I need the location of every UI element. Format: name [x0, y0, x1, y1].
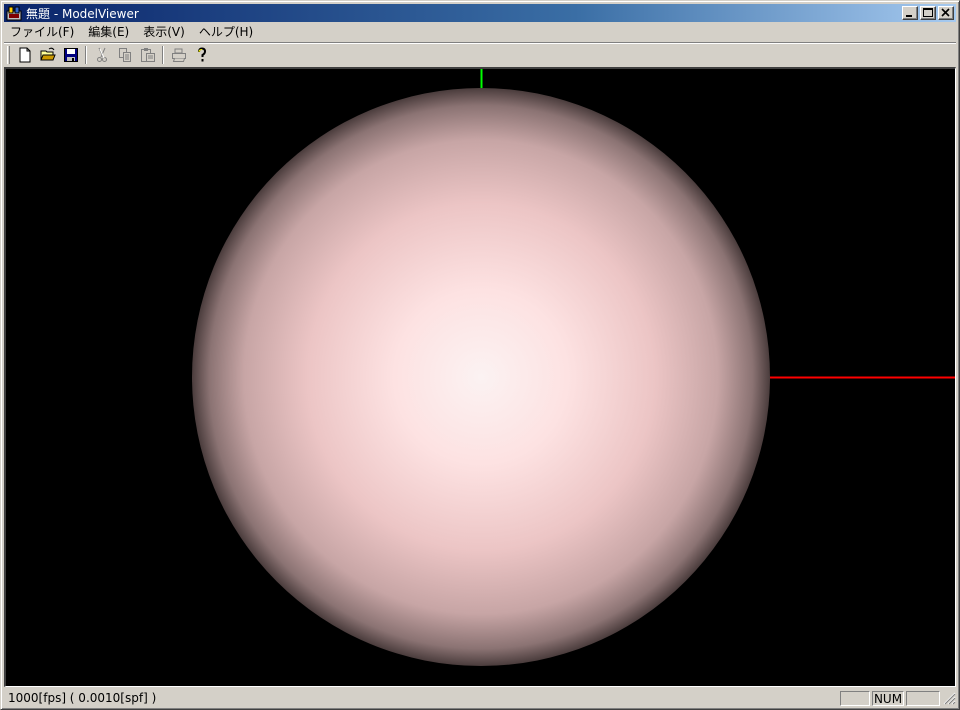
print-icon: [171, 48, 186, 62]
app-icon[interactable]: [6, 5, 22, 21]
status-bar: 1000[fps] ( 0.0010[spf] ) NUM: [4, 688, 956, 708]
minimize-icon: [906, 15, 912, 17]
menu-view[interactable]: 表示(V): [136, 24, 192, 41]
close-icon: [941, 8, 950, 17]
close-button[interactable]: [938, 6, 954, 20]
cut-scissors-icon: [96, 47, 107, 62]
toolbar-separator: [85, 46, 87, 64]
toolbar: [4, 44, 956, 66]
num-indicator: NUM: [872, 690, 904, 706]
cut-button[interactable]: [90, 44, 113, 66]
help-question-icon: [197, 47, 206, 62]
scroll-indicator: [906, 690, 940, 706]
minimize-button[interactable]: [902, 6, 918, 20]
window-title: 無題 - ModelViewer: [26, 6, 139, 21]
help-button[interactable]: [190, 44, 213, 66]
app-window: 無題 - ModelViewer ファイル(F) 編集(E) 表示(V) ヘルプ…: [0, 0, 960, 710]
maximize-button[interactable]: [920, 6, 936, 20]
new-button[interactable]: [13, 44, 36, 66]
sphere-model[interactable]: [192, 88, 770, 666]
title-bar[interactable]: 無題 - ModelViewer: [4, 4, 956, 22]
open-folder-icon: [39, 47, 56, 61]
print-button[interactable]: [167, 44, 190, 66]
paste-button[interactable]: [136, 44, 159, 66]
save-button[interactable]: [59, 44, 82, 66]
toolbar-grip[interactable]: [7, 46, 10, 64]
maximize-icon: [923, 8, 933, 17]
save-disk-icon: [63, 48, 78, 62]
menu-edit[interactable]: 編集(E): [81, 24, 136, 41]
menu-bar: ファイル(F) 編集(E) 表示(V) ヘルプ(H): [4, 23, 956, 42]
copy-icon: [118, 48, 131, 62]
open-button[interactable]: [36, 44, 59, 66]
new-document-icon: [19, 47, 30, 63]
menu-help[interactable]: ヘルプ(H): [192, 24, 260, 41]
copy-button[interactable]: [113, 44, 136, 66]
resize-grip-icon[interactable]: [942, 691, 956, 705]
paste-icon: [140, 48, 155, 62]
status-message: 1000[fps] ( 0.0010[spf] ): [8, 690, 157, 705]
menu-file[interactable]: ファイル(F): [4, 24, 81, 41]
toolbar-separator: [162, 46, 164, 64]
scene-canvas: [192, 69, 955, 666]
caps-indicator: [840, 690, 870, 706]
render-viewport[interactable]: [4, 67, 956, 687]
window-controls: [902, 6, 954, 20]
